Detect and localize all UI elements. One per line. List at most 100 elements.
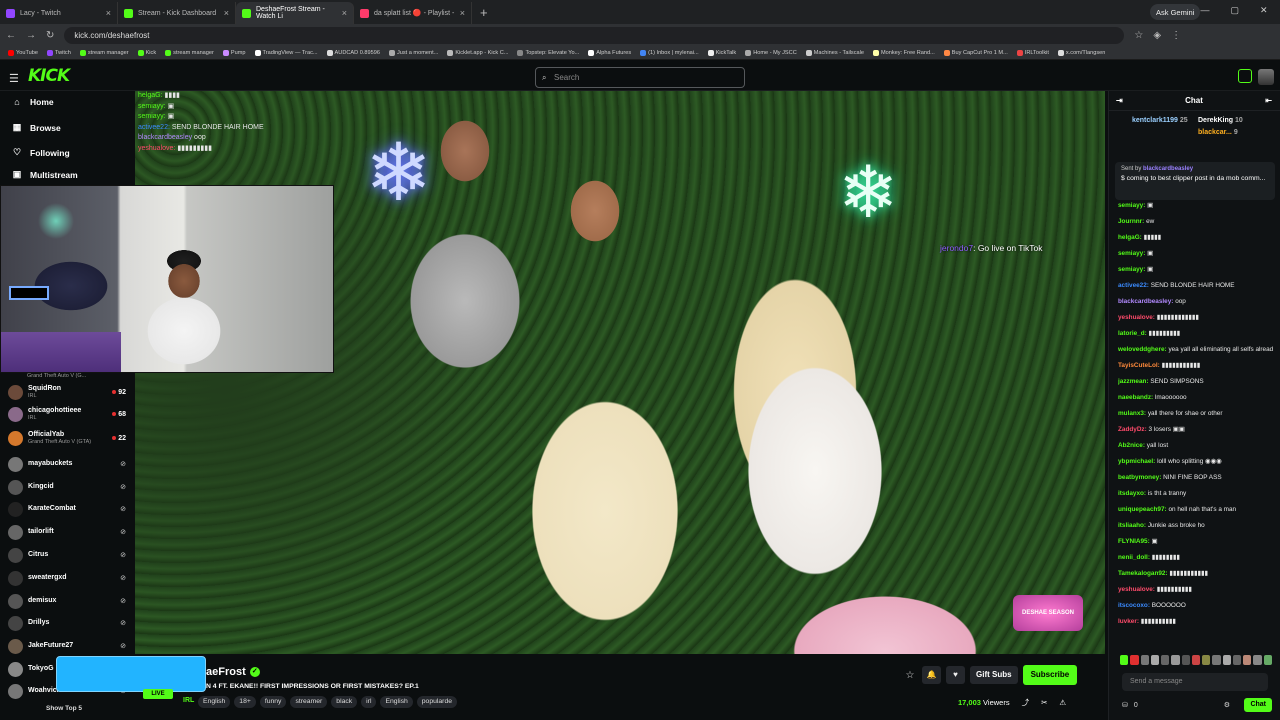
share-icon[interactable]: ⤴: [1022, 697, 1030, 708]
bookmark-item[interactable]: Alpha Futures: [588, 49, 631, 56]
bookmark-item[interactable]: Machines - Tailscale: [805, 49, 864, 56]
notifications-icon[interactable]: [1238, 69, 1252, 83]
chat-username[interactable]: nenii_doll:: [1118, 554, 1150, 561]
chat-username[interactable]: Tamekalogan92:: [1118, 570, 1168, 577]
chat-username[interactable]: semiayy:: [1118, 266, 1145, 273]
emote-icon[interactable]: [1202, 655, 1211, 665]
chat-username[interactable]: ZaddyDz:: [1118, 426, 1147, 433]
browser-tab[interactable]: Stream - Kick Dashboard ×: [118, 2, 236, 24]
sidebar-channel[interactable]: SquidRon IRL 92: [8, 382, 126, 402]
chat-username[interactable]: uniquepeach97:: [1118, 506, 1167, 513]
chat-message[interactable]: helgaG: ▮▮▮▮▮: [1118, 230, 1273, 246]
sidebar-channel[interactable]: Drillys ⊘: [8, 613, 126, 633]
sidebar-item-following[interactable]: ♡ Following: [12, 147, 70, 158]
chat-settings-icon[interactable]: ⚙: [1224, 701, 1230, 709]
chat-message[interactable]: luvker: ▮▮▮▮▮▮▮▮▮▮: [1118, 614, 1273, 630]
clip-icon[interactable]: ✂: [1041, 698, 1047, 707]
chat-message[interactable]: jazzmean: SEND SIMPSONS: [1118, 374, 1273, 390]
chat-message[interactable]: yeshualove: ▮▮▮▮▮▮▮▮▮▮▮▮: [1118, 310, 1273, 326]
forward-icon[interactable]: →: [26, 30, 36, 41]
chat-username[interactable]: helgaG:: [1118, 234, 1142, 241]
minimize-icon[interactable]: —: [1200, 5, 1209, 16]
bookmark-item[interactable]: YouTube: [8, 49, 38, 56]
chat-message[interactable]: nenii_doll: ▮▮▮▮▮▮▮▮: [1118, 550, 1273, 566]
sidebar-channel[interactable]: demisux ⊘: [8, 591, 126, 611]
report-icon[interactable]: ⚠: [1059, 698, 1066, 707]
chat-message[interactable]: naeebandz: lmaoooooo: [1118, 390, 1273, 406]
subscribe-button[interactable]: Subscribe: [1022, 665, 1078, 685]
category-link[interactable]: IRL: [183, 697, 194, 704]
chat-message[interactable]: itscocoxo: BOOOOOO: [1118, 598, 1273, 614]
sidebar-item-multistream[interactable]: ▣ Multistream: [12, 169, 78, 180]
bookmark-item[interactable]: stream manager: [79, 49, 129, 56]
browser-tab[interactable]: da splatt list 🔴 - Playlist - ×: [354, 2, 472, 24]
bookmark-star-icon[interactable]: ☆: [1134, 30, 1143, 41]
bookmark-item[interactable]: Home - My JSCC: [745, 49, 797, 56]
bookmark-item[interactable]: Just a moment...: [388, 49, 438, 56]
chat-send-button[interactable]: Chat: [1244, 698, 1272, 712]
bookmark-item[interactable]: Monkey: Free Rand...: [873, 49, 935, 56]
tab-close-icon[interactable]: ×: [460, 8, 465, 18]
chat-username[interactable]: FLYNIA95:: [1118, 538, 1150, 545]
close-window-icon[interactable]: ✕: [1260, 5, 1268, 16]
chat-username[interactable]: semiayy:: [1118, 250, 1145, 257]
chat-username[interactable]: ybpmichael:: [1118, 458, 1155, 465]
streamer-name[interactable]: aeFrost ✓: [206, 666, 260, 678]
chat-username[interactable]: activee22:: [1118, 282, 1149, 289]
tab-close-icon[interactable]: ×: [342, 8, 347, 18]
bookmark-item[interactable]: Topstep: Elevate Yo...: [517, 49, 579, 56]
leaderboard-entry[interactable]: kentclark1199 25: [1132, 117, 1188, 124]
emote-icon[interactable]: [1232, 655, 1242, 665]
hamburger-menu-icon[interactable]: ☰: [9, 72, 19, 85]
kick-logo[interactable]: KICK: [28, 66, 70, 86]
sidebar-channel[interactable]: Citrus ⊘: [8, 545, 126, 565]
emote-icon[interactable]: [1253, 655, 1262, 665]
chat-username[interactable]: itscocoxo:: [1118, 602, 1150, 609]
reload-icon[interactable]: ↻: [46, 30, 54, 41]
show-top-button[interactable]: Show Top 5: [46, 705, 82, 712]
bookmark-item[interactable]: KickTalk: [707, 49, 736, 56]
bookmark-item[interactable]: TradingView — Trac...: [254, 49, 318, 56]
chat-message[interactable]: beatbymoney: NINI FINE BOP ASS: [1118, 470, 1273, 486]
chat-message[interactable]: ZaddyDz: 3 losers ▣▣: [1118, 422, 1273, 438]
favorite-star-icon[interactable]: ☆: [903, 670, 917, 681]
gift-subs-button[interactable]: Gift Subs: [970, 666, 1018, 684]
chat-message[interactable]: ybpmichael: lolll who splitting ◉◉◉: [1118, 454, 1273, 470]
chat-message[interactable]: FLYNIA95: ▣: [1118, 534, 1273, 550]
browser-tab[interactable]: Lacy - Twitch ×: [0, 2, 118, 24]
chat-username[interactable]: yeshualove:: [1118, 314, 1155, 321]
sidebar-channel[interactable]: sweatergxd ⊘: [8, 568, 126, 588]
sidebar-channel[interactable]: JakeFuture27 ⊘: [8, 636, 126, 656]
bookmark-item[interactable]: IRLToolkit: [1016, 49, 1049, 56]
emote-icon[interactable]: [1212, 655, 1221, 665]
chat-message[interactable]: semiayy: ▣: [1118, 246, 1273, 262]
chat-username[interactable]: itsdayxo:: [1118, 490, 1146, 497]
browser-tab[interactable]: DeshaeFrost Stream - Watch Li ×: [236, 2, 354, 24]
chat-message[interactable]: weloveddghere: yea yall all eliminating …: [1118, 342, 1273, 358]
emote-icon[interactable]: [1161, 655, 1170, 665]
chat-message[interactable]: Ab2nice: yall lost: [1118, 438, 1273, 454]
stream-tag[interactable]: streamer: [290, 696, 328, 708]
chat-message[interactable]: blackcardbeasley: oop: [1118, 294, 1273, 310]
chat-message[interactable]: itsdayxo: is tht a tranny: [1118, 486, 1273, 502]
bookmark-item[interactable]: Pump: [222, 49, 246, 56]
emote-icon[interactable]: [1181, 655, 1190, 665]
chat-username[interactable]: semiayy:: [1118, 202, 1145, 209]
stream-tag[interactable]: English: [198, 696, 231, 708]
stream-tag[interactable]: black: [331, 696, 358, 708]
heart-icon[interactable]: ♥: [946, 666, 965, 684]
bookmark-item[interactable]: Buy CapCut Pro 1 M...: [943, 49, 1008, 56]
chat-username[interactable]: yeshualove:: [1118, 586, 1155, 593]
chat-username[interactable]: luvker:: [1118, 618, 1139, 625]
leaderboard-entry[interactable]: blackcar... 9: [1198, 129, 1238, 136]
sidebar-channel[interactable]: OfficialYab Grand Theft Auto V (GTA) 22: [8, 428, 126, 448]
chat-message[interactable]: mulanx3: yall there for shae or other: [1118, 406, 1273, 422]
chat-message[interactable]: TayisCuteLol: ▮▮▮▮▮▮▮▮▮▮▮: [1118, 358, 1273, 374]
chat-message[interactable]: Journnr: ew: [1118, 214, 1273, 230]
chat-message[interactable]: itsliaaho: Junkie ass broke ho: [1118, 518, 1273, 534]
chat-username[interactable]: TayisCuteLol:: [1118, 362, 1160, 369]
extensions-icon[interactable]: ◈: [1153, 30, 1161, 41]
stream-tag[interactable]: funny: [259, 696, 287, 708]
chat-input[interactable]: Send a message: [1122, 673, 1268, 691]
streamer-name-text[interactable]: aeFrost: [206, 666, 246, 678]
